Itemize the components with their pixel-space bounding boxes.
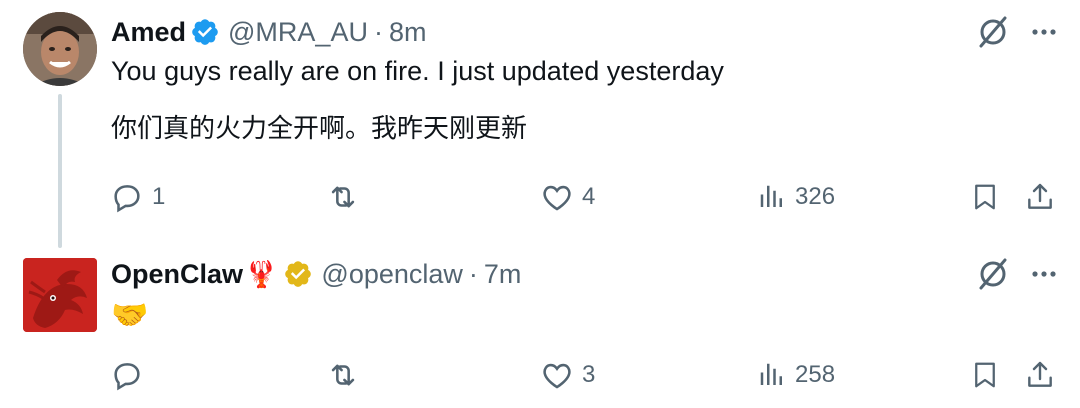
timestamp[interactable]: 7m (484, 259, 522, 290)
retweet-button[interactable] (326, 355, 360, 395)
like-button[interactable]: 3 (540, 355, 595, 395)
like-count: 3 (582, 361, 596, 388)
tweet-header: Amed @MRA_AU · 8m (111, 12, 426, 52)
bookmark-button[interactable] (970, 177, 1000, 217)
share-icon (1028, 361, 1052, 387)
tweet-header: OpenClaw 🦞 @openclaw · 7m (111, 254, 521, 294)
like-count: 4 (582, 183, 596, 210)
reply-icon (114, 185, 140, 213)
views-icon (760, 363, 782, 385)
handle[interactable]: @openclaw (321, 259, 463, 290)
views-icon (760, 185, 782, 207)
views-count: 258 (795, 361, 836, 388)
avatar[interactable] (23, 12, 97, 86)
tweet-text: 🤝 (111, 298, 149, 333)
bookmark-icon (975, 362, 995, 388)
tweet-actions: 1 4 326 (0, 177, 1080, 217)
handle[interactable]: @MRA_AU (228, 17, 368, 48)
grok-icon[interactable] (976, 257, 1010, 291)
separator-dot: · (468, 258, 478, 289)
avatar[interactable] (23, 258, 97, 332)
like-icon (543, 363, 571, 389)
retweet-icon (331, 186, 355, 208)
tweet-top-actions (976, 12, 1058, 52)
retweet-button[interactable] (326, 177, 360, 217)
grok-icon[interactable] (976, 15, 1010, 49)
share-icon (1028, 183, 1052, 209)
separator-dot: · (373, 16, 383, 47)
tweet-text-line: You guys really are on fire. I just upda… (111, 56, 724, 86)
display-name[interactable]: Amed (111, 17, 186, 48)
bookmark-button[interactable] (970, 355, 1000, 395)
like-icon (543, 185, 571, 211)
share-button[interactable] (1024, 355, 1056, 395)
reply-count: 1 (152, 183, 166, 210)
bookmark-icon (975, 184, 995, 210)
timestamp[interactable]: 8m (389, 17, 427, 48)
display-name[interactable]: OpenClaw (111, 259, 243, 290)
more-icon[interactable] (1030, 18, 1058, 46)
tweet-top-actions (976, 254, 1058, 294)
views-count: 326 (795, 183, 836, 210)
verified-badge-icon (283, 259, 313, 289)
verified-badge-icon (190, 17, 220, 47)
more-icon[interactable] (1030, 260, 1058, 288)
tweet-actions: 3 258 (0, 355, 1080, 395)
reply-button[interactable]: 1 (110, 177, 165, 217)
reply-button[interactable] (110, 355, 152, 395)
share-button[interactable] (1024, 177, 1056, 217)
retweet-icon (331, 364, 355, 386)
tweet-text-line: 你们真的火力全开啊。我昨天刚更新 (111, 114, 528, 144)
lobster-emoji: 🦞 (245, 258, 278, 289)
views-button[interactable]: 258 (757, 355, 835, 395)
thread-line (58, 94, 62, 248)
tweet[interactable]: OpenClaw 🦞 @openclaw · 7m 🤝 3 258 (0, 250, 1080, 408)
reply-icon (114, 363, 140, 391)
views-button[interactable]: 326 (757, 177, 835, 217)
like-button[interactable]: 4 (540, 177, 595, 217)
tweet[interactable]: Amed @MRA_AU · 8m You guys really are on (0, 0, 1080, 250)
